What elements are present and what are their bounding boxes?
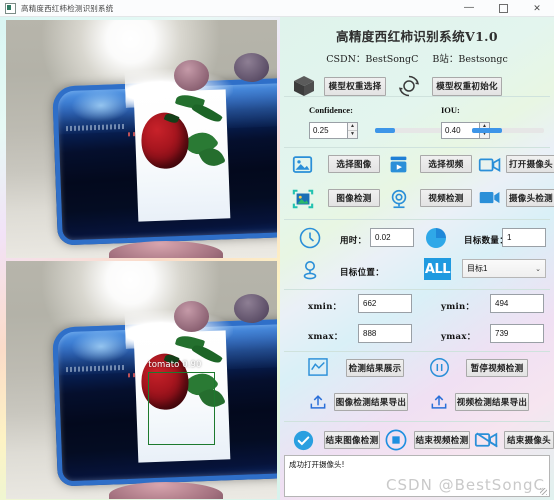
- model-weight-init-button[interactable]: 模型权重初始化: [432, 76, 502, 96]
- watermark: CSDN @BestSongC: [386, 476, 545, 494]
- check-circle-icon: [293, 430, 314, 451]
- raw-frame-image: [6, 20, 277, 258]
- iou-slider[interactable]: [472, 128, 544, 133]
- ymin-input[interactable]: 494: [490, 294, 544, 313]
- location-pin-icon: [298, 258, 322, 282]
- all-targets-icon: ALL: [424, 258, 451, 280]
- image-icon: [292, 154, 313, 175]
- export-image-result-button[interactable]: 图像检测结果导出: [334, 393, 408, 411]
- cube-icon: [284, 73, 324, 99]
- upload-icon: [308, 392, 328, 412]
- open-camera-button[interactable]: 打开摄像头: [506, 155, 554, 173]
- xmin-label: xmin：: [308, 302, 342, 312]
- results-section: 用时： 0.02 目标数量： 1 目标位置： ALL 目标1 ⌄: [284, 220, 550, 290]
- parameters-section: Confidence: IOU: ▲ ▼ ▲ ▼: [284, 97, 550, 148]
- detected-frame-image: tomato 0.90: [6, 261, 277, 499]
- preview-column: tomato 0.90: [0, 17, 280, 500]
- model-weight-select-button[interactable]: 模型权重选择: [324, 76, 386, 96]
- detection-bounding-box: [148, 371, 215, 446]
- author-credits: CSDN：BestSongC B站：Bestsongc: [284, 45, 550, 65]
- window-title: 高精度西红柿检测识别系统: [21, 3, 114, 13]
- select-video-button[interactable]: 选择视频: [420, 155, 472, 173]
- camcorder-solid-icon: [478, 188, 502, 208]
- webcam-icon: [388, 188, 410, 210]
- count-value: 1: [502, 228, 546, 247]
- target-select-value: 目标1: [467, 264, 488, 273]
- header-section: 高精度西红柿识别系统V1.0 CSDN：BestSongC B站：Bestsong…: [284, 19, 550, 97]
- confidence-input[interactable]: [309, 122, 347, 139]
- raw-frame-panel[interactable]: [6, 20, 277, 258]
- app-title: 高精度西红柿识别系统V1.0: [335, 29, 499, 44]
- confidence-spin-buttons[interactable]: ▲ ▼: [347, 122, 358, 139]
- target-select[interactable]: 目标1 ⌄: [462, 259, 546, 278]
- confidence-spin-down[interactable]: ▼: [348, 131, 357, 138]
- time-label: 用时：: [340, 236, 367, 246]
- line-chart-icon: [308, 358, 328, 376]
- confidence-spin-up[interactable]: ▲: [348, 123, 357, 131]
- app-icon: [5, 2, 16, 14]
- source-operations-section: 选择图像 选择视频 打开摄像头 图像检测 视频检测 摄像头检测: [284, 148, 554, 220]
- pie-chart-icon: [424, 226, 448, 250]
- camcorder-outline-icon: [478, 154, 502, 175]
- ymax-input[interactable]: 739: [490, 324, 544, 343]
- xmax-input[interactable]: 888: [358, 324, 412, 343]
- minimize-button[interactable]: —: [452, 0, 486, 16]
- camera-detect-button[interactable]: 摄像头检测: [506, 189, 554, 207]
- end-video-detect-button[interactable]: 结束视频检测: [414, 431, 470, 449]
- camera-off-icon: [474, 429, 499, 450]
- time-value: 0.02: [370, 228, 414, 247]
- clock-icon: [298, 226, 322, 250]
- xmin-input[interactable]: 662: [358, 294, 412, 313]
- bilibili-label: B站：: [432, 54, 459, 65]
- confidence-slider-fill: [375, 128, 396, 133]
- status-message: 成功打开摄像头!: [289, 460, 345, 469]
- stop-circle-icon: [385, 429, 407, 451]
- close-button[interactable]: ✕: [520, 0, 554, 16]
- csdn-value: BestSongC: [365, 54, 419, 65]
- xmax-label: xmax：: [308, 332, 343, 342]
- ymin-label: ymin：: [441, 302, 475, 312]
- image-scan-icon: [292, 188, 314, 210]
- chevron-down-icon: ⌄: [535, 265, 541, 273]
- export-video-result-button[interactable]: 视频检测结果导出: [455, 393, 529, 411]
- window-controls: — ✕: [452, 0, 554, 16]
- confidence-label: Confidence:: [309, 105, 353, 115]
- maximize-button[interactable]: [486, 0, 520, 16]
- select-image-button[interactable]: 选择图像: [328, 155, 380, 173]
- application-window: 高精度西红柿检测识别系统 — ✕ tomato 0.90 高精度西红柿识别系统V…: [0, 0, 554, 500]
- model-row: 模型权重选择 模型权重初始化: [284, 73, 550, 99]
- detection-label: tomato 0.90: [148, 359, 202, 370]
- show-result-button[interactable]: 检测结果展示: [346, 359, 404, 377]
- upload-icon-2: [429, 392, 449, 412]
- end-image-detect-button[interactable]: 结束图像检测: [324, 431, 380, 449]
- iou-slider-fill: [472, 128, 503, 133]
- refresh-circle-icon: [386, 74, 432, 98]
- coordinates-section: xmin： 662 ymin： 494 xmax： 888 ymax： 739: [284, 290, 550, 352]
- control-panel: 高精度西红柿识别系统V1.0 CSDN：BestSongC B站：Bestsong…: [280, 17, 554, 500]
- end-camera-button[interactable]: 结束摄像头: [504, 431, 554, 449]
- export-section: 检测结果展示 暂停视频检测 图像检测结果导出 视频检测结果导出: [284, 352, 550, 422]
- csdn-label: CSDN：: [326, 54, 366, 65]
- title-bar: 高精度西红柿检测识别系统 — ✕: [0, 0, 554, 17]
- detected-frame-panel[interactable]: tomato 0.90: [6, 261, 277, 499]
- bilibili-value: Bestsongc: [458, 54, 508, 65]
- video-play-icon: [388, 154, 409, 175]
- status-log[interactable]: 成功打开摄像头! CSDN @BestSongC: [284, 455, 550, 497]
- all-targets-text: ALL: [424, 261, 451, 277]
- image-detect-button[interactable]: 图像检测: [328, 189, 380, 207]
- resize-grip[interactable]: [540, 488, 547, 495]
- iou-label: IOU:: [441, 105, 460, 115]
- confidence-slider[interactable]: [375, 128, 447, 133]
- video-detect-button[interactable]: 视频检测: [420, 189, 472, 207]
- confidence-stepper[interactable]: ▲ ▼: [309, 122, 358, 139]
- position-label: 目标位置：: [340, 268, 385, 278]
- ymax-label: ymax：: [441, 332, 476, 342]
- pause-circle-icon: [429, 357, 450, 378]
- pause-video-button[interactable]: 暂停视频检测: [466, 359, 528, 377]
